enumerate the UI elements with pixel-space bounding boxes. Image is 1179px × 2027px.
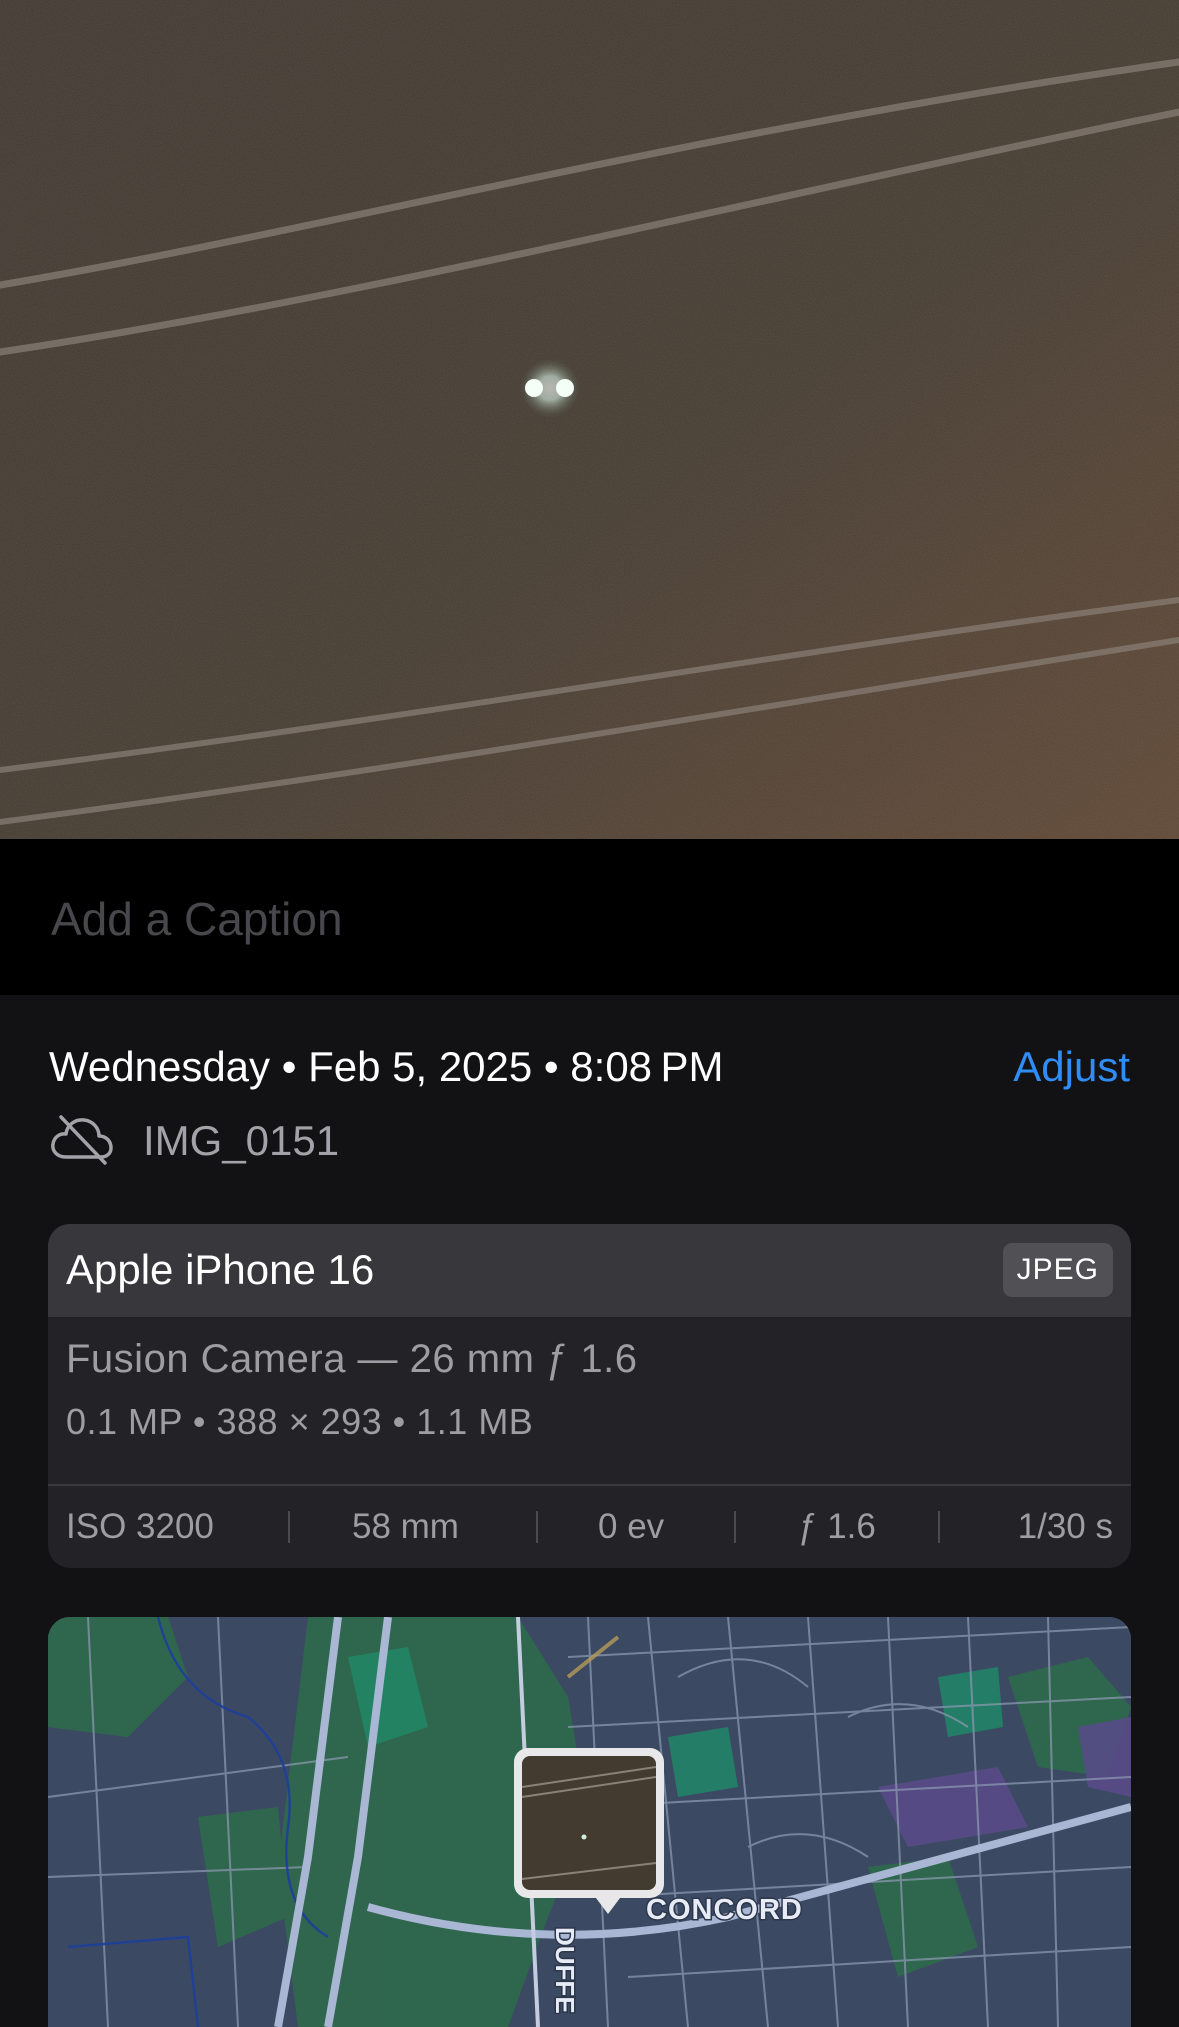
exif-aperture: ƒ 1.6 [798, 1507, 876, 1546]
file-row: IMG_0151 [49, 1113, 339, 1169]
format-badge: JPEG [1002, 1243, 1113, 1297]
exif-separator [938, 1511, 940, 1543]
location-map[interactable]: CONCORD DUFFE [48, 1617, 1131, 2027]
resolution-info: 0.1 MP • 388 × 293 • 1.1 MB [66, 1401, 534, 1442]
cloud-off-icon [49, 1111, 115, 1172]
exif-focal-length: 58 mm [352, 1507, 459, 1546]
map-canvas: CONCORD DUFFE [48, 1617, 1131, 2027]
exif-separator [536, 1511, 538, 1543]
map-place-label: CONCORD [646, 1894, 803, 1926]
adjust-button[interactable]: Adjust [1013, 1043, 1130, 1091]
exif-separator [288, 1511, 290, 1543]
exif-separator [734, 1511, 736, 1543]
photo-image [0, 0, 1179, 839]
lens-info: Fusion Camera — 26 mm ƒ 1.6 [66, 1337, 638, 1381]
map-road-label: DUFFE [550, 1927, 580, 2014]
exif-shutter: 1/30 s [1017, 1507, 1113, 1546]
file-name: IMG_0151 [143, 1117, 340, 1164]
exif-iso: ISO 3200 [66, 1507, 214, 1546]
exif-exposure: 0 ev [598, 1507, 665, 1546]
photo-viewer[interactable] [0, 0, 1179, 839]
photo-datetime: Wednesday • Feb 5, 2025 • 8:08 PM [49, 1043, 724, 1090]
exif-card[interactable]: Apple iPhone 16 JPEG Fusion Camera — 26 … [48, 1224, 1131, 1568]
exif-card-header: Apple iPhone 16 JPEG [48, 1224, 1131, 1317]
caption-bar [0, 839, 1179, 995]
caption-input[interactable] [49, 887, 1133, 951]
exif-row: ISO 3200 58 mm 0 ev ƒ 1.6 1/30 s [48, 1486, 1131, 1568]
device-name: Apple iPhone 16 [66, 1246, 375, 1293]
